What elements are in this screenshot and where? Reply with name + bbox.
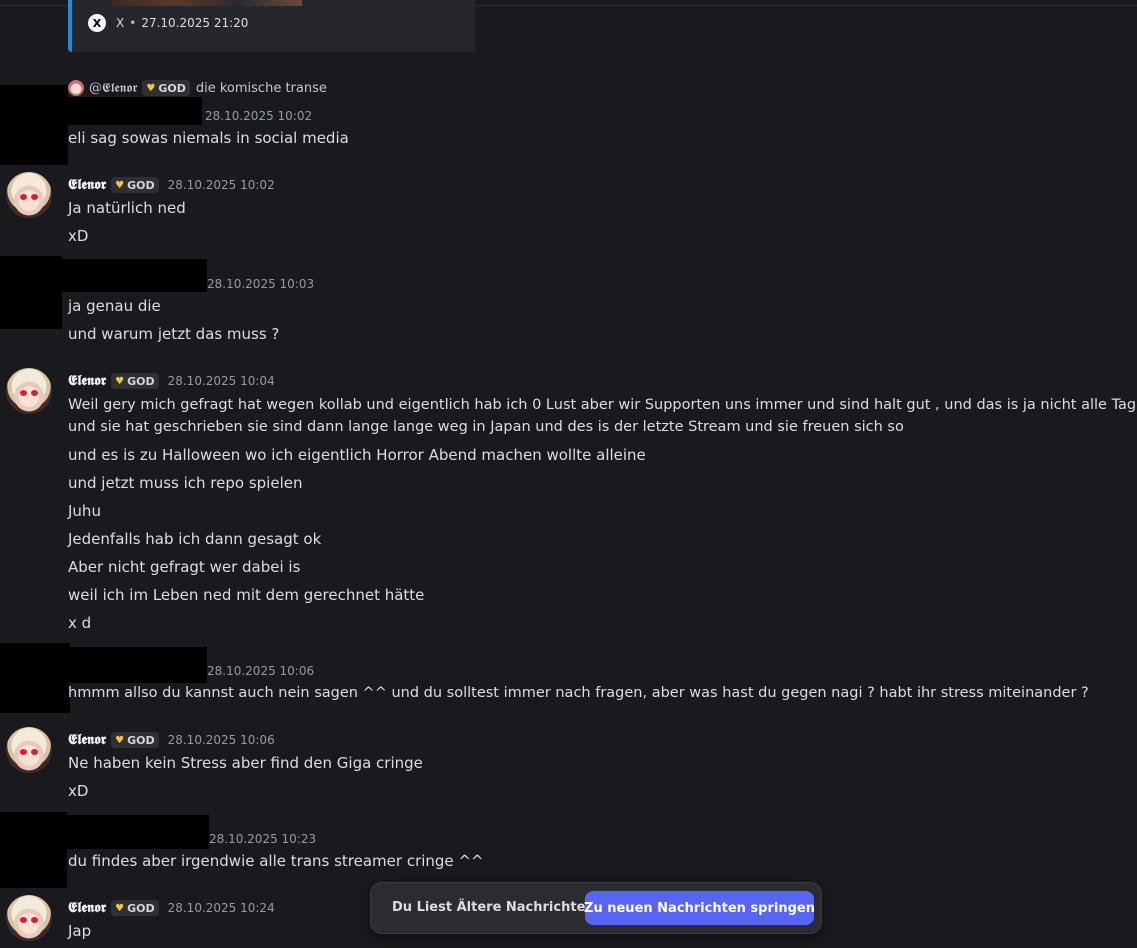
embed-image[interactable] [112,0,302,6]
heart-icon: ♥ [146,82,156,94]
message-timestamp: 28.10.2025 10:02 [167,178,275,192]
message-line: xD [68,227,89,245]
role-tag: ♥ GOD [111,373,159,389]
message-line: Juhu [68,502,101,520]
redacted-avatar [0,85,68,165]
message-line: und jetzt muss ich repo spielen [68,474,303,492]
embed-separator: • [129,16,137,30]
message-timestamp: 28.10.2025 10:03 [207,277,315,291]
heart-icon: ♥ [115,179,125,191]
username[interactable]: 𝕰𝖑𝖊𝖓𝖔𝖗 [68,732,106,748]
message-line: du findes aber irgendwie alle trans stre… [68,852,484,870]
role-tag-label: GOD [127,901,155,915]
username[interactable]: 𝕰𝖑𝖊𝖓𝖔𝖗 [68,373,106,389]
message-timestamp: 28.10.2025 10:06 [207,664,315,678]
role-tag-label: GOD [127,374,155,388]
redacted-username [60,97,202,125]
redacted-avatar [0,643,70,713]
message-line: hmmm allso du kannst auch nein sagen ^^ … [68,685,1089,701]
heart-icon: ♥ [115,375,125,387]
role-tag-label: GOD [158,81,186,95]
message-timestamp: 28.10.2025 10:23 [209,832,317,846]
reply-avatar [68,80,84,96]
message-timestamp: 28.10.2025 10:24 [167,901,275,915]
role-tag-label: GOD [127,178,155,192]
message-line: weil ich im Leben ned mit dem gerechnet … [68,586,425,604]
message-timestamp: 28.10.2025 10:04 [167,374,275,388]
older-messages-bar: Du Liest Ältere Nachrichten Zu neuen Nac… [370,882,822,934]
message-line: Ja natürlich ned [68,199,186,217]
redacted-username [66,815,209,849]
message-header: 𝕰𝖑𝖊𝖓𝖔𝖗 ♥ GOD 28.10.2025 10:02 [68,176,275,194]
embed-timestamp: 27.10.2025 21:20 [141,16,249,30]
message-header: 𝕰𝖑𝖊𝖓𝖔𝖗 ♥ GOD 28.10.2025 10:24 [68,899,275,917]
message-header: 𝕰𝖑𝖊𝖓𝖔𝖗 ♥ GOD 28.10.2025 10:04 [68,372,275,390]
role-tag: ♥ GOD [142,80,190,96]
older-messages-label: Du Liest Ältere Nachrichten [392,900,595,915]
message-line: xD [68,782,89,800]
message-line: und sie hat geschrieben sie sind dann la… [68,419,904,435]
redacted-avatar [0,812,67,888]
reply-text: die komische transe [195,80,327,96]
x-logo-icon: X [88,14,106,32]
message-line: und es is zu Halloween wo ich eigentlich… [68,446,646,464]
message-timestamp: 28.10.2025 10:06 [167,733,275,747]
heart-icon: ♥ [115,734,125,746]
message-line: ja genau die [68,297,161,315]
embed-source: X [116,16,125,30]
role-tag: ♥ GOD [111,900,159,916]
message-line: Weil gery mich gefragt hat wegen kollab … [68,397,1137,413]
role-tag: ♥ GOD [111,177,159,193]
message-line: Ne haben kein Stress aber find den Giga … [68,754,423,772]
avatar[interactable] [6,368,52,414]
reply-mention[interactable]: @𝕰𝖑𝖊𝖓𝖔𝖗 [89,81,137,96]
redacted-username [60,259,207,292]
message-line: eli sag sowas niemals in social media [68,129,349,147]
role-tag-label: GOD [127,733,155,747]
message-line: Aber nicht gefragt wer dabei is [68,558,301,576]
message-timestamp: 28.10.2025 10:02 [205,109,313,123]
role-tag: ♥ GOD [111,732,159,748]
message-line: x d [68,614,92,632]
reply-reference[interactable]: @𝕰𝖑𝖊𝖓𝖔𝖗 ♥ GOD die komische transe [68,79,327,97]
heart-icon: ♥ [115,902,125,914]
message-line: Jap [68,922,92,940]
username[interactable]: 𝕰𝖑𝖊𝖓𝖔𝖗 [68,900,106,916]
jump-to-present-button[interactable]: Zu neuen Nachrichten springen [584,891,815,925]
embed-footer: X X • 27.10.2025 21:20 [88,14,248,32]
avatar[interactable] [6,895,52,941]
link-embed[interactable]: X X • 27.10.2025 21:20 [68,0,475,52]
avatar[interactable] [6,172,52,218]
avatar[interactable] [6,727,52,773]
redacted-username [66,647,207,683]
username[interactable]: 𝕰𝖑𝖊𝖓𝖔𝖗 [68,177,106,193]
redacted-avatar [0,256,62,329]
message-line: Jedenfalls hab ich dann gesagt ok [68,530,322,548]
message-line: und warum jetzt das muss ? [68,325,280,343]
message-header: 𝕰𝖑𝖊𝖓𝖔𝖗 ♥ GOD 28.10.2025 10:06 [68,731,275,749]
